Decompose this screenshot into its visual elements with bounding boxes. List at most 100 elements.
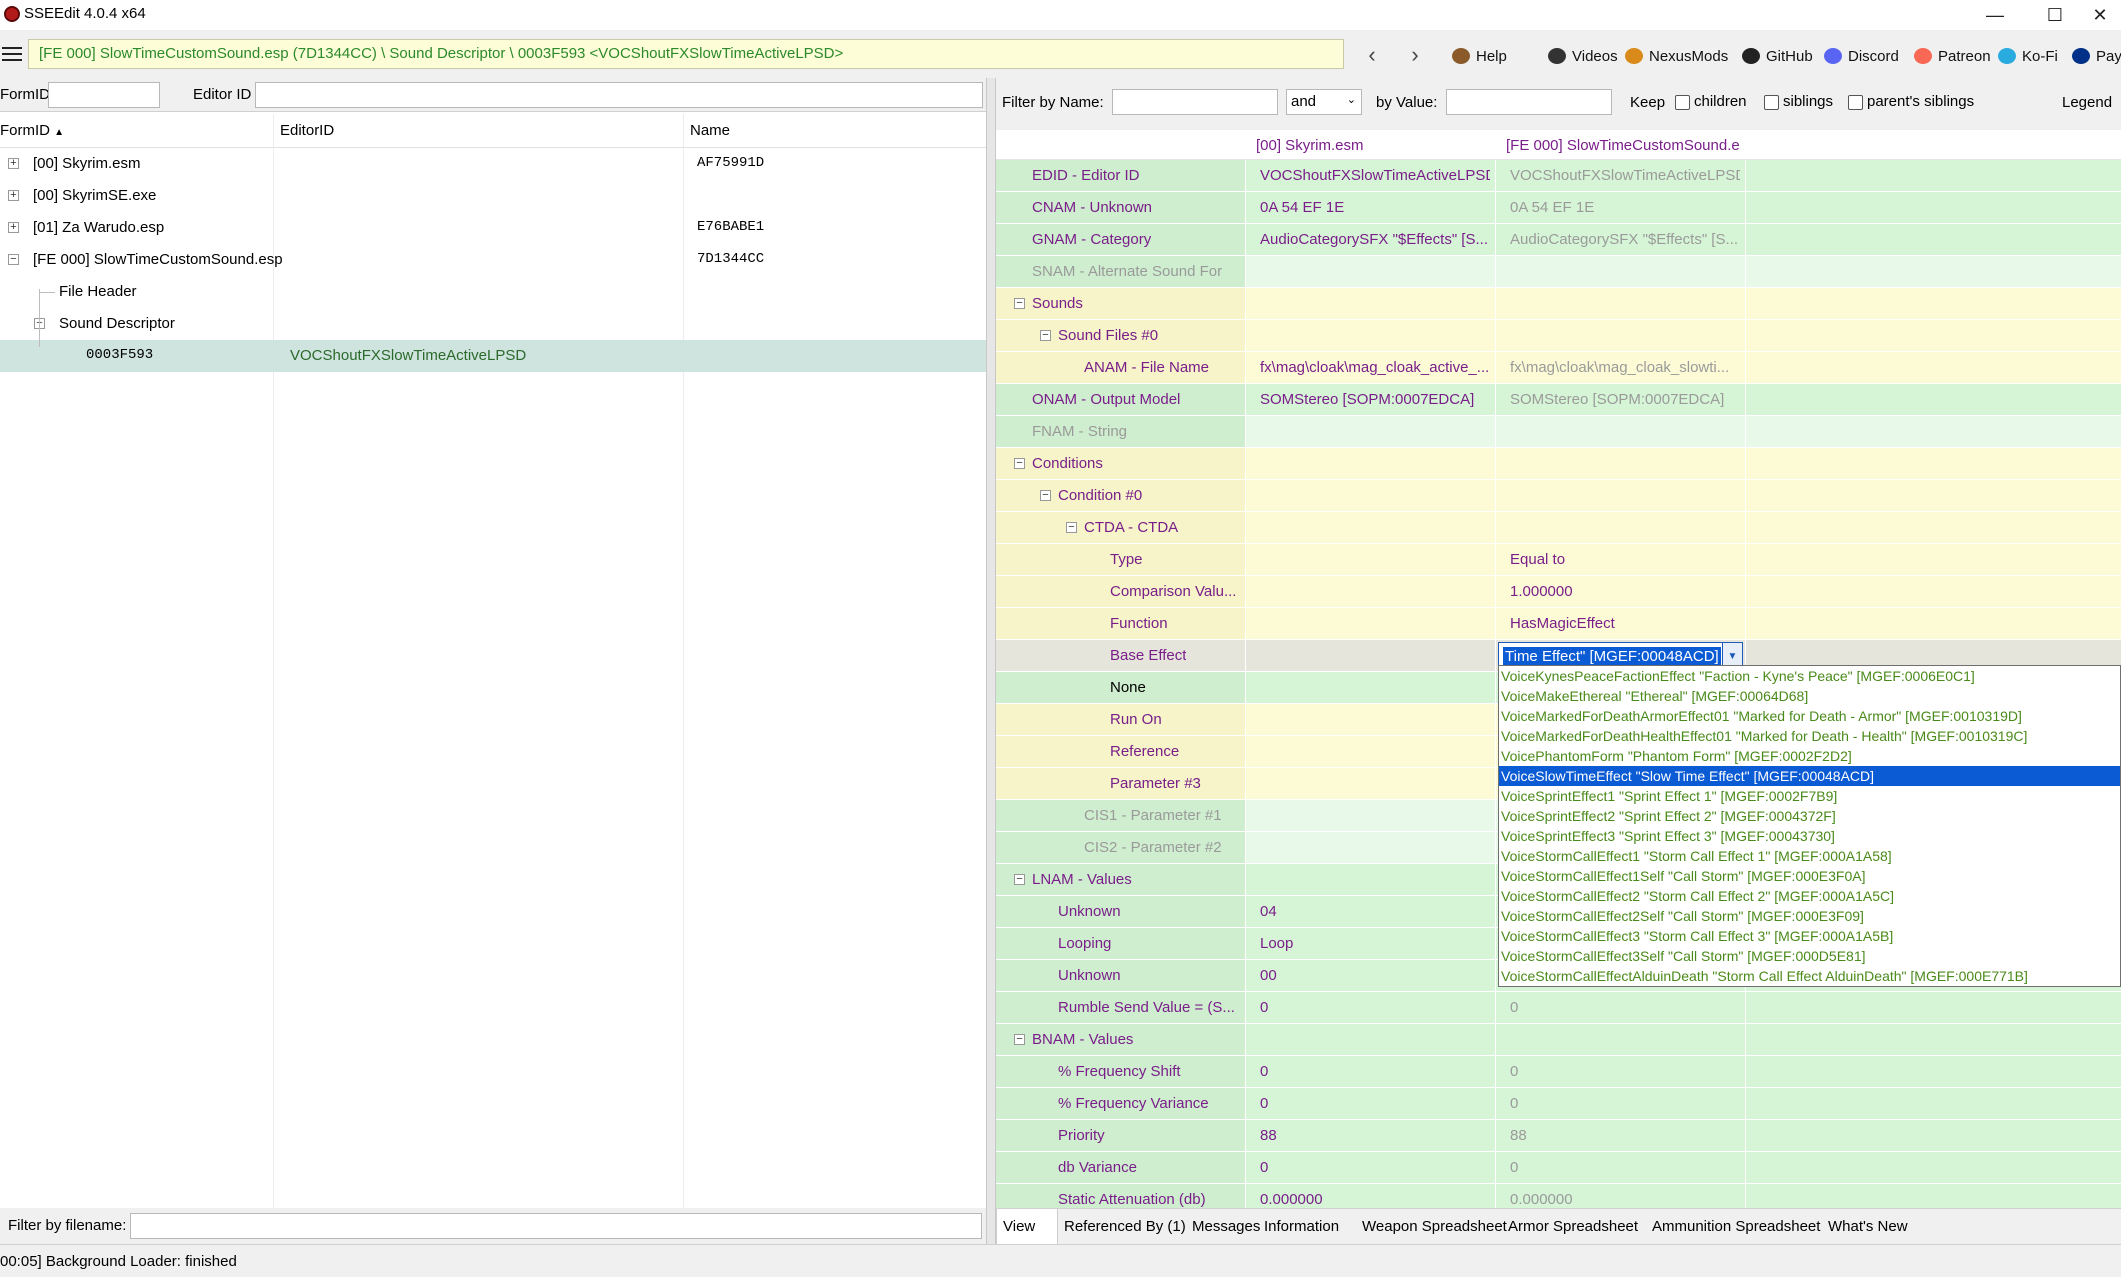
tree-row[interactable]: + [00] Skyrim.esm AF75991D: [0, 148, 986, 180]
back-arrow-icon[interactable]: ‹: [1357, 40, 1387, 70]
tab-referenced-by-1[interactable]: Referenced By (1): [1058, 1209, 1186, 1245]
record-row[interactable]: % Frequency Variance 0 0: [996, 1088, 2121, 1120]
patreon-link[interactable]: Patreon: [1914, 44, 1991, 68]
collapse-icon[interactable]: −: [1040, 490, 1051, 501]
and-or-select[interactable]: and ⌄: [1286, 89, 1362, 115]
tab-messages[interactable]: Messages: [1186, 1209, 1260, 1245]
collapse-icon[interactable]: −: [1014, 298, 1025, 309]
record-value-custom[interactable]: 0: [1510, 1063, 1740, 1080]
siblings-checkbox[interactable]: [1764, 95, 1779, 110]
record-row[interactable]: FNAM - String: [996, 416, 2121, 448]
nexusmods-link[interactable]: NexusMods: [1625, 44, 1728, 68]
record-value-custom[interactable]: 0A 54 EF 1E: [1510, 199, 1740, 216]
expand-icon[interactable]: +: [8, 222, 19, 233]
dropdown-option[interactable]: VoiceStormCallEffect3 "Storm Call Effect…: [1499, 926, 2120, 946]
record-row[interactable]: GNAM - Category AudioCategorySFX "$Effect…: [996, 224, 2121, 256]
forward-arrow-icon[interactable]: ›: [1400, 40, 1430, 70]
paypa-link[interactable]: PayPa: [2072, 44, 2121, 68]
record-row[interactable]: − Condition #0: [996, 480, 2121, 512]
col-name[interactable]: Name: [690, 122, 730, 139]
tab-ammunition-spreadsheet[interactable]: Ammunition Spreadsheet: [1646, 1209, 1822, 1245]
menu-icon[interactable]: [0, 44, 24, 64]
tab-what-s-new[interactable]: What's New: [1822, 1209, 1922, 1245]
ko-fi-link[interactable]: Ko-Fi: [1998, 44, 2058, 68]
record-row[interactable]: EDID - Editor ID VOCShoutFXSlowTimeActive…: [996, 160, 2121, 192]
filter-value-input[interactable]: [1446, 89, 1612, 115]
collapse-icon[interactable]: −: [1014, 458, 1025, 469]
collapse-icon[interactable]: −: [1066, 522, 1077, 533]
collapse-icon[interactable]: −: [8, 254, 19, 265]
record-value-custom[interactable]: SOMStereo [SOPM:0007EDCA]: [1510, 391, 1740, 408]
record-row[interactable]: − Sounds: [996, 288, 2121, 320]
record-value-custom[interactable]: 0: [1510, 999, 1740, 1016]
dropdown-option[interactable]: VoiceSprintEffect3 "Sprint Effect 3" [MG…: [1499, 826, 2120, 846]
dropdown-option[interactable]: VoiceSlowTimeEffect "Slow Time Effect" […: [1499, 766, 2120, 786]
record-row[interactable]: % Frequency Shift 0 0: [996, 1056, 2121, 1088]
dropdown-option[interactable]: VoiceSprintEffect1 "Sprint Effect 1" [MG…: [1499, 786, 2120, 806]
record-row[interactable]: Static Attenuation (db) 0.000000 0.000000: [996, 1184, 2121, 1208]
col-editorid[interactable]: EditorID: [280, 122, 334, 139]
expand-icon[interactable]: +: [8, 158, 19, 169]
record-row[interactable]: − Conditions: [996, 448, 2121, 480]
tree-row[interactable]: File Header: [0, 276, 986, 308]
record-row[interactable]: − CTDA - CTDA: [996, 512, 2121, 544]
record-value-custom[interactable]: 0.000000: [1510, 1191, 1740, 1208]
editorid-filter-input[interactable]: [255, 82, 983, 108]
collapse-icon[interactable]: −: [1040, 330, 1051, 341]
collapse-icon[interactable]: −: [1014, 1034, 1025, 1045]
collapse-icon[interactable]: −: [1014, 874, 1025, 885]
dropdown-option[interactable]: VoiceMarkedForDeathArmorEffect01 "Marked…: [1499, 706, 2120, 726]
tree-row[interactable]: + [01] Za Warudo.esp E76BABE1: [0, 212, 986, 244]
dropdown-option[interactable]: VoiceStormCallEffect3Self "Call Storm" […: [1499, 946, 2120, 966]
header-skyrim-esm[interactable]: [00] Skyrim.esm: [1256, 137, 1364, 154]
dropdown-option[interactable]: VoiceKynesPeaceFactionEffect "Faction - …: [1499, 666, 2120, 686]
tree-row[interactable]: −Sound Descriptor: [0, 308, 986, 340]
videos-link[interactable]: Videos: [1548, 44, 1618, 68]
parents-siblings-checkbox[interactable]: [1848, 95, 1863, 110]
dropdown-option[interactable]: VoiceStormCallEffect2 "Storm Call Effect…: [1499, 886, 2120, 906]
record-value-custom[interactable]: Equal to: [1510, 551, 1740, 568]
filename-filter-input[interactable]: [130, 1213, 982, 1239]
dropdown-option[interactable]: VoiceStormCallEffect1Self "Call Storm" […: [1499, 866, 2120, 886]
tab-armor-spreadsheet[interactable]: Armor Spreadsheet: [1502, 1209, 1646, 1245]
dropdown-option[interactable]: VoiceMakeEthereal "Ethereal" [MGEF:00064…: [1499, 686, 2120, 706]
record-row[interactable]: Comparison Valu... 1.000000: [996, 576, 2121, 608]
dropdown-option[interactable]: VoiceStormCallEffectAlduinDeath "Storm C…: [1499, 966, 2120, 986]
record-value-custom[interactable]: 0: [1510, 1095, 1740, 1112]
close-button[interactable]: ✕: [2072, 0, 2121, 30]
record-row[interactable]: Type Equal to: [996, 544, 2121, 576]
record-row[interactable]: ANAM - File Name fx\mag\cloak\mag_cloak_a…: [996, 352, 2121, 384]
record-row[interactable]: CNAM - Unknown 0A 54 EF 1E 0A 54 EF 1E: [996, 192, 2121, 224]
tree-row[interactable]: − [FE 000] SlowTimeCustomSound.esp 7D1344C…: [0, 244, 986, 276]
record-value-custom[interactable]: 1.000000: [1510, 583, 1740, 600]
formid-filter-input[interactable]: [48, 82, 160, 108]
tab-weapon-spreadsheet[interactable]: Weapon Spreadsheet: [1356, 1209, 1507, 1245]
record-row[interactable]: Function HasMagicEffect: [996, 608, 2121, 640]
record-row[interactable]: − Sound Files #0: [996, 320, 2121, 352]
record-path-bar[interactable]: [FE 000] SlowTimeCustomSound.esp (7D1344…: [28, 39, 1344, 69]
col-formid[interactable]: FormID ▲: [0, 122, 64, 139]
record-row[interactable]: Priority 88 88: [996, 1120, 2121, 1152]
dropdown-option[interactable]: VoicePhantomForm "Phantom Form" [MGEF:00…: [1499, 746, 2120, 766]
record-row[interactable]: − BNAM - Values: [996, 1024, 2121, 1056]
tab-information[interactable]: Information: [1258, 1209, 1356, 1245]
dropdown-option[interactable]: VoiceSprintEffect2 "Sprint Effect 2" [MG…: [1499, 806, 2120, 826]
minimize-button[interactable]: —: [1967, 0, 2023, 30]
discord-link[interactable]: Discord: [1824, 44, 1899, 68]
record-row[interactable]: SNAM - Alternate Sound For: [996, 256, 2121, 288]
record-value-custom[interactable]: 88: [1510, 1127, 1740, 1144]
help-link[interactable]: Help: [1452, 44, 1507, 68]
github-link[interactable]: GitHub: [1742, 44, 1813, 68]
dropdown-option[interactable]: VoiceMarkedForDeathHealthEffect01 "Marke…: [1499, 726, 2120, 746]
record-value-custom[interactable]: AudioCategorySFX "$Effects" [S...: [1510, 231, 1740, 248]
record-value-custom[interactable]: HasMagicEffect: [1510, 615, 1740, 632]
dropdown-option[interactable]: VoiceStormCallEffect1 "Storm Call Effect…: [1499, 846, 2120, 866]
record-row[interactable]: Rumble Send Value = (S... 0 0: [996, 992, 2121, 1024]
record-row[interactable]: ONAM - Output Model SOMStereo [SOPM:0007E…: [996, 384, 2121, 416]
tab-view[interactable]: View: [996, 1209, 1058, 1245]
expand-icon[interactable]: +: [8, 190, 19, 201]
header-custom-esp[interactable]: [FE 000] SlowTimeCustomSound.e...: [1506, 137, 1741, 154]
record-value-custom[interactable]: VOCShoutFXSlowTimeActiveLPSD: [1510, 167, 1740, 184]
dropdown-option[interactable]: VoiceStormCallEffect2Self "Call Storm" […: [1499, 906, 2120, 926]
record-value-custom[interactable]: 0: [1510, 1159, 1740, 1176]
